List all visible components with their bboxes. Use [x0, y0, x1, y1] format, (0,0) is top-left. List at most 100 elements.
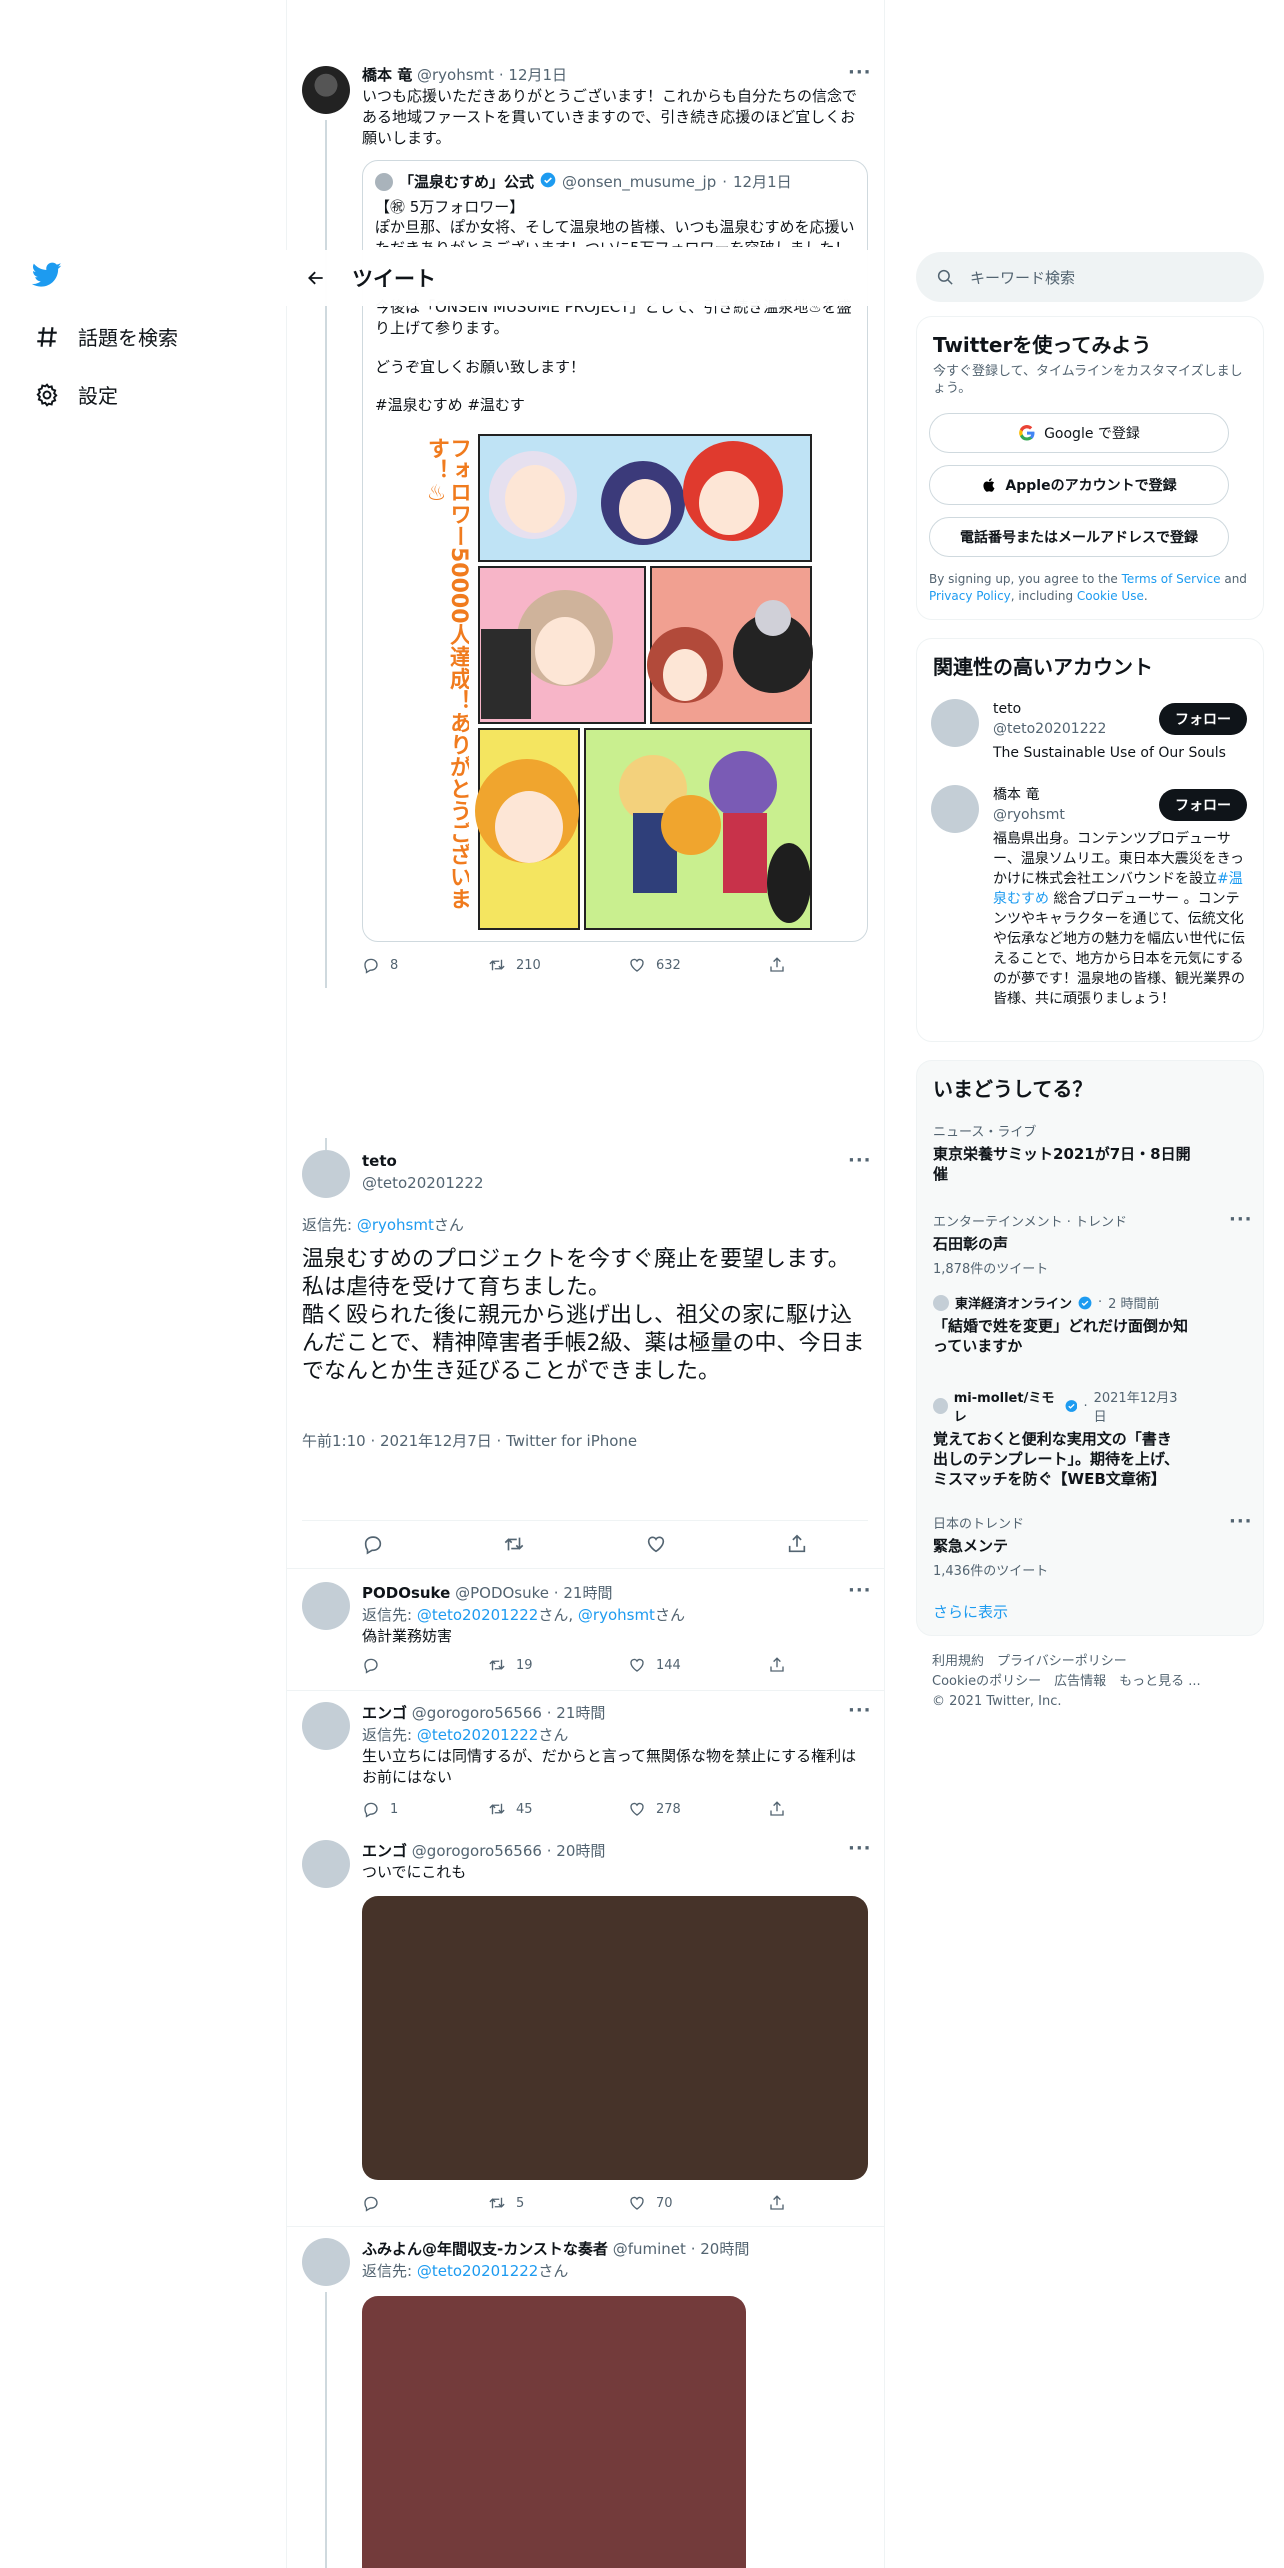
like-button[interactable]: 70 [628, 2194, 768, 2212]
quoted-handle: @onsen_musume_jp [562, 172, 717, 191]
google-signup-button[interactable]: Google で登録 [929, 413, 1229, 453]
main-tweet-text: 温泉むすめのプロジェクトを今すぐ廃止を要望します。 私は虐待を受けて育ちました。… [302, 1246, 868, 1386]
retweet-button[interactable]: 19 [488, 1656, 628, 1674]
author-handle[interactable]: @fuminet [613, 2240, 686, 2258]
share-button[interactable] [768, 1656, 786, 1674]
more-icon[interactable]: ··· [1229, 1209, 1253, 1230]
page-title: ツイート [352, 267, 436, 291]
follow-button[interactable]: フォロー [1159, 789, 1247, 821]
trend-item[interactable]: ニュース・ライブ 東京栄養サミット2021が7日・8日開催 [933, 1121, 1193, 1184]
author-name[interactable]: teto [362, 1152, 484, 1170]
more-icon[interactable]: ··· [1229, 1511, 1253, 1532]
share-button[interactable] [768, 2194, 786, 2212]
author-handle[interactable]: @gorogoro56566 [412, 1704, 542, 1722]
author-handle[interactable]: @ryohsmt [417, 66, 494, 84]
author-name[interactable]: 橋本 竜 [362, 66, 412, 84]
retweet-button[interactable]: 45 [488, 1800, 628, 1818]
avatar[interactable] [931, 699, 979, 747]
reply-to-link[interactable]: @teto20201222 [417, 2262, 539, 2280]
author-name[interactable]: エンゴ [362, 1842, 407, 1860]
reply-to-link[interactable]: @ryohsmt [357, 1216, 434, 1234]
news-title: 「結婚で姓を変更」どれだけ面倒か知っていますか [933, 1317, 1189, 1355]
source-avatar [933, 1294, 949, 1311]
privacy-link[interactable]: Privacy Policy [929, 589, 1011, 603]
news-item[interactable]: 東洋経済オンライン · 2 時間前 「結婚で姓を変更」どれだけ面倒か知っています… [933, 1293, 1193, 1356]
nav-explore[interactable]: 話題を検索 [34, 322, 178, 351]
related-accounts-card: 関連性の高いアカウント teto @teto20201222 The Susta… [916, 638, 1264, 1042]
share-button[interactable] [768, 956, 786, 974]
divider [286, 1568, 884, 1569]
share-button[interactable] [768, 1800, 786, 1818]
share-icon[interactable] [786, 1533, 808, 1555]
more-icon[interactable]: ··· [848, 62, 872, 83]
more-icon[interactable]: ··· [848, 1150, 872, 1171]
quoted-hashtags[interactable]: #温泉むすめ #温むす [375, 395, 855, 416]
more-icon[interactable]: ··· [848, 1700, 872, 1721]
author-name[interactable]: ふみよん@年間収支-カンストな奏者 [362, 2240, 608, 2258]
more-icon[interactable]: ··· [848, 1580, 872, 1601]
author-handle[interactable]: @PODOsuke [455, 1584, 549, 1602]
tweet-time[interactable]: 12月1日 [508, 66, 567, 84]
avatar[interactable] [302, 66, 350, 114]
avatar[interactable] [302, 1702, 350, 1750]
avatar[interactable] [302, 1582, 350, 1630]
avatar[interactable] [302, 1150, 350, 1198]
back-arrow-icon[interactable] [296, 258, 336, 298]
reply-button[interactable] [362, 1656, 488, 1674]
reply-button[interactable] [362, 2194, 488, 2212]
thread-line [325, 2292, 327, 2568]
attached-image[interactable] [362, 2296, 746, 2568]
tweet-time[interactable]: 21時間 [563, 1584, 612, 1602]
attached-image[interactable] [362, 1896, 868, 2180]
cookie-link[interactable]: Cookie Use [1077, 589, 1144, 603]
search-input[interactable]: キーワード検索 [916, 252, 1264, 302]
google-icon [1019, 424, 1035, 441]
tweet-meta[interactable]: 午前1:10 · 2021年12月7日 · Twitter for iPhone [302, 1430, 637, 1451]
apple-icon [983, 478, 995, 492]
phone-signup-button[interactable]: 電話番号またはメールアドレスで登録 [929, 517, 1229, 557]
nav-settings[interactable]: 設定 [34, 380, 118, 409]
like-button[interactable]: 632 [628, 956, 768, 974]
footer-line1[interactable]: 利用規約 プライバシーポリシー [932, 1652, 1201, 1672]
trend-item[interactable]: 日本のトレンド 緊急メンテ 1,436件のツイート [933, 1513, 1193, 1579]
author-name[interactable]: エンゴ [362, 1704, 407, 1722]
reply-to-link[interactable]: @teto20201222 [417, 1606, 539, 1624]
author-handle[interactable]: @gorogoro56566 [412, 1842, 542, 1860]
reply-button[interactable]: 1 [362, 1800, 488, 1818]
retweet-button[interactable]: 210 [488, 956, 628, 974]
author-handle[interactable]: @teto20201222 [362, 1174, 484, 1192]
more-icon[interactable]: ··· [848, 1838, 872, 1859]
avatar[interactable] [302, 2238, 350, 2286]
twitter-logo-icon[interactable] [31, 262, 62, 292]
reply-button[interactable]: 8 [362, 956, 488, 974]
tweet-time[interactable]: 20時間 [700, 2240, 749, 2258]
nav-explore-label: 話題を検索 [78, 326, 178, 350]
avatar[interactable] [302, 1840, 350, 1888]
footer-line2[interactable]: Cookieのポリシー 広告情報 もっと見る ... [932, 1672, 1201, 1692]
manga-image[interactable]: フォロワー50000人達成！ありがとうございます！♨ [423, 433, 813, 933]
retweet-button[interactable]: 5 [488, 2194, 628, 2212]
author-name[interactable]: PODOsuke [362, 1584, 450, 1602]
reply-icon[interactable] [362, 1533, 384, 1555]
reply-author-line: エンゴ @gorogoro56566 · 20時間 [362, 1842, 606, 1860]
main-tweet-actions [302, 1528, 868, 1560]
phone-signup-label: 電話番号またはメールアドレスで登録 [960, 530, 1198, 546]
tweet-actions: 8 210 632 [362, 956, 862, 974]
terms-link[interactable]: Terms of Service [1122, 572, 1221, 586]
show-more-link[interactable]: さらに表示 [933, 1601, 1008, 1622]
trend-item[interactable]: エンターテインメント · トレンド 石田彰の声 1,878件のツイート [933, 1211, 1233, 1277]
tweet-time[interactable]: 21時間 [556, 1704, 605, 1722]
heart-icon[interactable] [645, 1533, 667, 1555]
retweet-icon[interactable] [503, 1533, 525, 1555]
follow-button[interactable]: フォロー [1159, 703, 1247, 735]
reply-to-link[interactable]: @teto20201222 [417, 1726, 539, 1744]
news-item[interactable]: mi-mollet/ミモレ · 2021年12月3日 覚えておくと便利な実用文の… [933, 1387, 1183, 1489]
signup-subtitle: 今すぐ登録して、タイムラインをカスタマイズしましょう。 [933, 364, 1243, 396]
like-button[interactable]: 144 [628, 1656, 768, 1674]
like-button[interactable]: 278 [628, 1800, 768, 1818]
avatar[interactable] [931, 785, 979, 833]
news-source: mi-mollet/ミモレ [953, 1391, 1055, 1425]
tweet-time[interactable]: 20時間 [556, 1842, 605, 1860]
reply-to-link-2[interactable]: @ryohsmt [578, 1606, 655, 1624]
apple-signup-button[interactable]: Appleのアカウントで登録 [929, 465, 1229, 505]
